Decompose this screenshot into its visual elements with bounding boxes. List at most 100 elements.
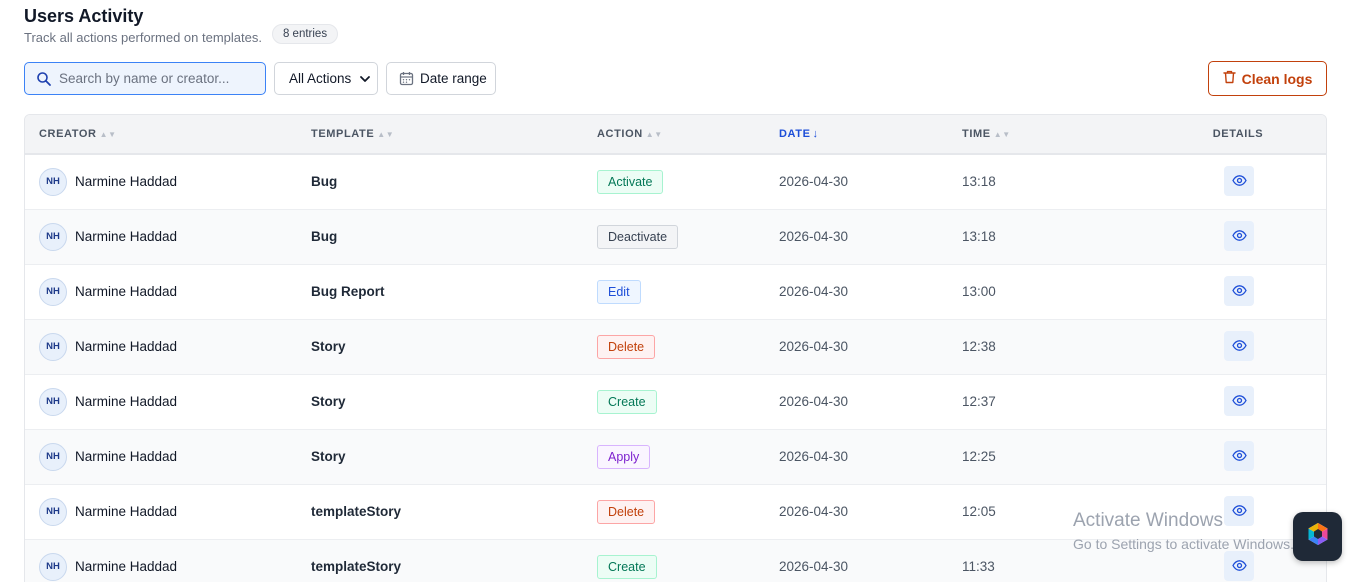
action-badge: Delete [597, 499, 656, 524]
table-header-row: CREATOR ▲▼ TEMPLATE ▲▼ ACTION ▲▼ DATE ↓ TIME… [25, 115, 1326, 154]
action-filter-select[interactable]: All Actions [274, 62, 378, 95]
sort-icon: ▲▼ [377, 130, 395, 139]
cell-date: 2026-04-30 [779, 174, 849, 190]
column-header-template[interactable]: TEMPLATE ▲▼ [311, 115, 597, 154]
eye-icon [1231, 450, 1247, 461]
view-details-button[interactable] [1224, 275, 1254, 306]
cell-details [1162, 319, 1326, 374]
creator-name: Narmine Haddad [75, 339, 178, 354]
column-header-action[interactable]: ACTION ▲▼ [597, 115, 779, 154]
template-name: Bug [311, 229, 338, 244]
column-label-time: TIME [962, 128, 991, 140]
action-badge: Create [597, 554, 657, 579]
view-details-button[interactable] [1224, 220, 1254, 251]
cell-time: 12:37 [962, 394, 996, 409]
cell-action: Activate [597, 154, 779, 209]
cell-time: 13:00 [962, 284, 996, 299]
cell-action: Apply [597, 429, 779, 484]
avatar: NH [39, 552, 67, 581]
eye-icon [1231, 560, 1247, 571]
view-details-button[interactable] [1224, 385, 1254, 416]
action-badge: Delete [597, 334, 656, 359]
cell-details [1162, 264, 1326, 319]
cell-date: 2026-04-30 [779, 504, 849, 519]
view-details-button[interactable] [1224, 165, 1254, 196]
cell-details [1162, 429, 1326, 484]
table-row: NH Narmine Haddad Story Delete 2026-04-30 12:… [25, 319, 1326, 374]
search-box[interactable] [24, 62, 266, 95]
creator-name: Narmine Haddad [75, 449, 178, 464]
cell-action: Deactivate [597, 209, 779, 264]
cell-action: Delete [597, 319, 779, 374]
cell-action: Create [597, 374, 779, 429]
creator-name: Narmine Haddad [75, 504, 178, 519]
eye-icon [1231, 340, 1247, 351]
column-header-details: DETAILS [1162, 115, 1326, 154]
column-label-creator: CREATOR [39, 128, 97, 140]
action-filter-value: All Actions [289, 71, 352, 86]
cell-action: Edit [597, 264, 779, 319]
search-input[interactable] [59, 71, 239, 86]
column-label-date: DATE [779, 128, 811, 140]
cell-template: Bug [311, 154, 597, 209]
trash-icon [1222, 70, 1236, 84]
cell-details [1162, 154, 1326, 209]
avatar: NH [39, 222, 67, 251]
activity-table: CREATOR ▲▼ TEMPLATE ▲▼ ACTION ▲▼ DATE ↓ TIME… [24, 114, 1327, 582]
sort-icon: ▲▼ [645, 130, 663, 139]
creator-name: Narmine Haddad [75, 174, 178, 190]
date-range-button[interactable]: Date range [386, 62, 496, 95]
assistant-logo-icon [1305, 521, 1331, 552]
cell-creator: NH Narmine Haddad [25, 154, 311, 209]
view-details-button[interactable] [1224, 330, 1254, 361]
assistant-launcher-button[interactable] [1293, 512, 1342, 561]
eye-icon [1231, 175, 1247, 187]
eye-icon [1231, 395, 1247, 406]
creator-name: Narmine Haddad [75, 229, 178, 244]
cell-action: Delete [597, 484, 779, 539]
creator-name: Narmine Haddad [75, 559, 178, 574]
view-details-button[interactable] [1224, 495, 1254, 526]
column-header-time[interactable]: TIME ▲▼ [962, 115, 1162, 154]
cell-details [1162, 209, 1326, 264]
column-header-date[interactable]: DATE ↓ [779, 115, 962, 154]
creator-name: Narmine Haddad [75, 394, 178, 409]
table-row: NH Narmine Haddad templateStory Create 2026-… [25, 539, 1326, 582]
view-details-button[interactable] [1224, 440, 1254, 471]
clean-logs-button[interactable]: Clean logs [1208, 61, 1327, 96]
template-name: Story [311, 339, 346, 354]
action-badge: Deactivate [597, 224, 679, 249]
table-row: NH Narmine Haddad Story Create 2026-04-30 12:… [25, 374, 1326, 429]
cell-action: Create [597, 539, 779, 582]
creator: NH Narmine Haddad [39, 387, 311, 416]
cell-template: Story [311, 319, 597, 374]
view-details-button[interactable] [1224, 550, 1254, 581]
creator: NH Narmine Haddad [39, 497, 311, 526]
cell-creator: NH Narmine Haddad [25, 319, 311, 374]
template-name: Bug [311, 174, 338, 190]
avatar: NH [39, 167, 67, 196]
cell-time: 11:33 [962, 559, 995, 574]
action-badge: Edit [597, 279, 641, 304]
column-label-template: TEMPLATE [311, 128, 375, 140]
template-name: Story [311, 394, 346, 409]
cell-time: 12:05 [962, 504, 996, 519]
creator: NH Narmine Haddad [39, 332, 311, 361]
cell-date: 2026-04-30 [779, 339, 849, 354]
cell-template: templateStory [311, 539, 597, 582]
cell-template: Story [311, 429, 597, 484]
avatar: NH [39, 442, 67, 471]
action-badge: Apply [597, 444, 651, 469]
cell-time: 13:18 [962, 174, 996, 190]
entries-count-badge: 8 entries [271, 24, 339, 44]
cell-date: 2026-04-30 [779, 449, 849, 464]
table-row: NH Narmine Haddad Bug Report Edit 2026-04-30… [25, 264, 1326, 319]
page-header: Users Activity Track all actions perform… [24, 5, 339, 47]
cell-creator: NH Narmine Haddad [25, 539, 311, 582]
date-range-label: Date range [420, 71, 487, 86]
cell-date: 2026-04-30 [779, 559, 849, 574]
cell-creator: NH Narmine Haddad [25, 209, 311, 264]
cell-creator: NH Narmine Haddad [25, 264, 311, 319]
creator: NH Narmine Haddad [39, 167, 311, 196]
column-header-creator[interactable]: CREATOR ▲▼ [25, 115, 311, 154]
